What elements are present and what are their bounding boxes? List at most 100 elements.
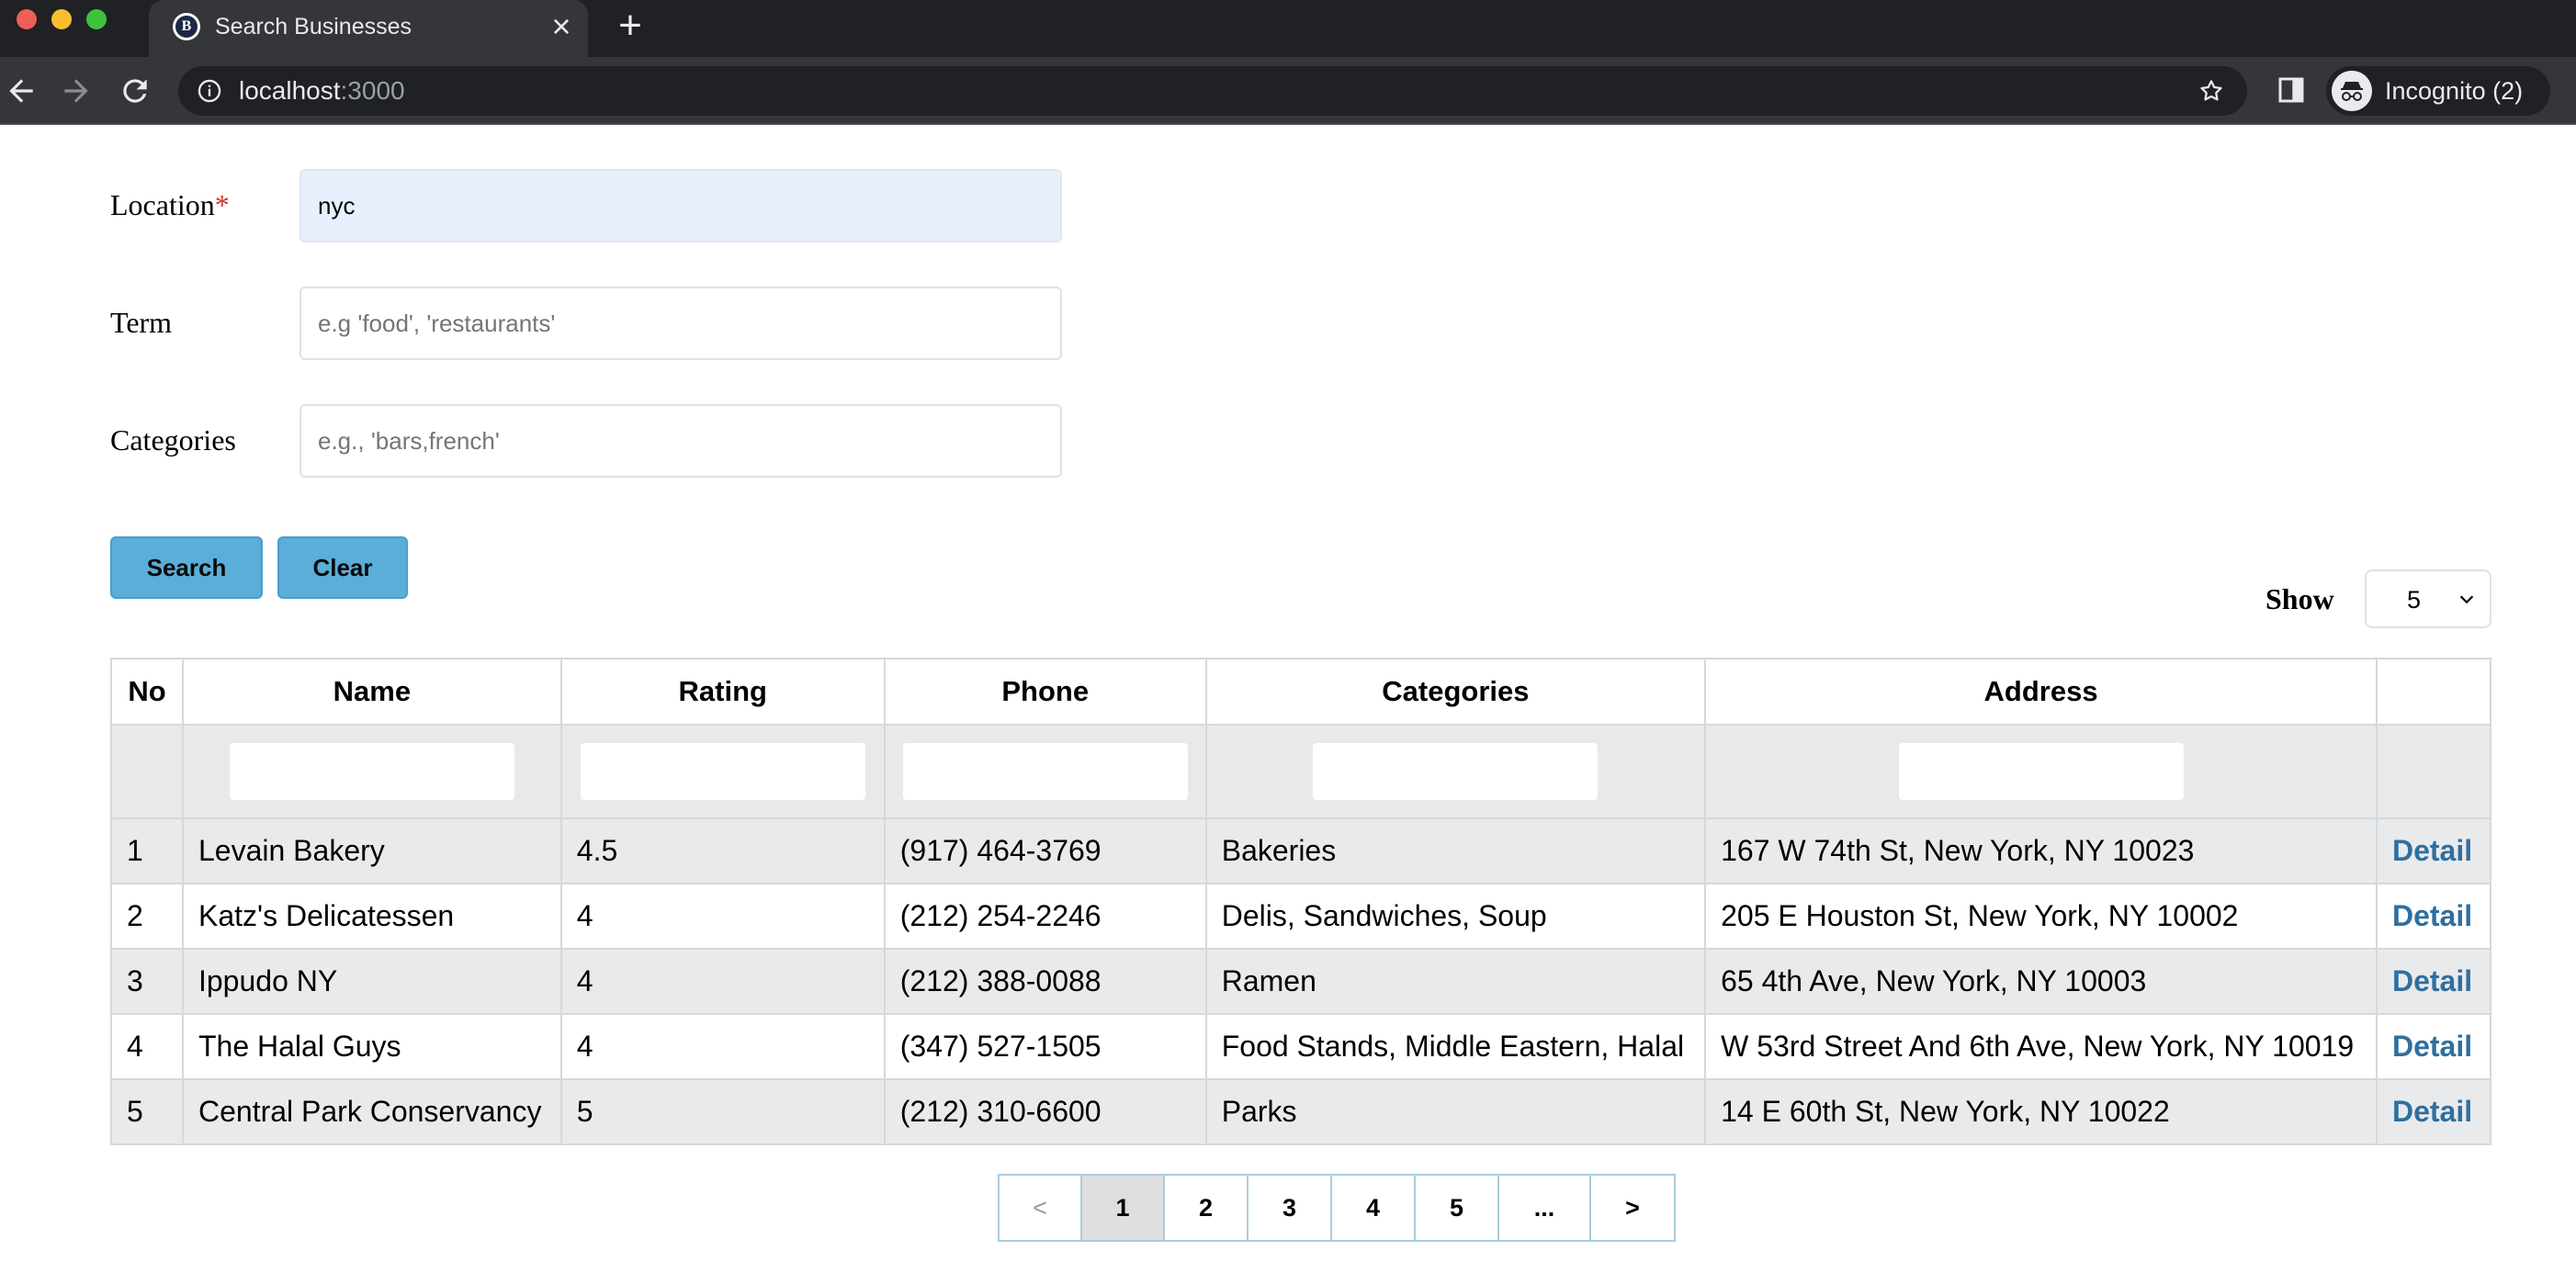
- site-info-icon[interactable]: [197, 78, 222, 104]
- cell-categories: Food Stands, Middle Eastern, Halal: [1204, 1013, 1707, 1080]
- address-bar[interactable]: localhost:3000: [178, 66, 2247, 116]
- cell-address: 167 W 74th St, New York, NY 10023: [1704, 817, 2378, 884]
- minimize-window-button[interactable]: [51, 9, 72, 29]
- table-header-row: No Name Rating Phone Categories Address: [110, 658, 2492, 726]
- cell-action: Detail: [2375, 948, 2492, 1015]
- incognito-icon: [2332, 71, 2372, 111]
- back-arrow-icon[interactable]: [4, 73, 39, 108]
- detail-link[interactable]: Detail: [2392, 1095, 2472, 1128]
- previous-page-button[interactable]: <: [1000, 1176, 1082, 1240]
- chevron-down-icon: [2459, 595, 2474, 604]
- cell-rating: 4: [559, 948, 886, 1015]
- name-filter-input[interactable]: [229, 743, 514, 800]
- required-asterisk: *: [214, 188, 230, 221]
- categories-filter-input[interactable]: [1313, 743, 1599, 800]
- table-row: 1 Levain Bakery 4.5 (917) 464-3769 Baker…: [110, 817, 2492, 884]
- column-header-address[interactable]: Address: [1704, 658, 2378, 726]
- column-header-no[interactable]: No: [110, 658, 184, 726]
- close-tab-icon[interactable]: ×: [546, 10, 577, 43]
- cell-no: 4: [110, 1013, 184, 1080]
- cell-phone: (212) 310-6600: [883, 1078, 1207, 1145]
- detail-link[interactable]: Detail: [2392, 964, 2472, 997]
- term-label: Term: [110, 306, 173, 339]
- next-page-button[interactable]: >: [1591, 1176, 1674, 1240]
- cell-address: W 53rd Street And 6th Ave, New York, NY …: [1704, 1013, 2378, 1080]
- page-3-button[interactable]: 3: [1248, 1176, 1332, 1240]
- filter-cell: [1704, 724, 2378, 819]
- rating-filter-input[interactable]: [580, 743, 865, 800]
- column-header-name[interactable]: Name: [181, 658, 562, 726]
- cell-address: 65 4th Ave, New York, NY 10003: [1704, 948, 2378, 1015]
- column-header-rating[interactable]: Rating: [559, 658, 886, 726]
- column-header-phone[interactable]: Phone: [883, 658, 1207, 726]
- page-4-button[interactable]: 4: [1332, 1176, 1416, 1240]
- tab-title: Search Businesses: [215, 14, 412, 39]
- show-label: Show: [2265, 582, 2334, 615]
- close-window-button[interactable]: [17, 9, 37, 29]
- column-header-actions: [2375, 658, 2492, 726]
- reload-icon[interactable]: [118, 73, 153, 108]
- cell-rating: 5: [559, 1078, 886, 1145]
- cell-address: 205 E Houston St, New York, NY 10002: [1704, 883, 2378, 950]
- table-row: 2 Katz's Delicatessen 4 (212) 254-2246 D…: [110, 883, 2492, 950]
- page-1-button[interactable]: 1: [1082, 1176, 1165, 1240]
- cell-categories: Delis, Sandwiches, Soup: [1204, 883, 1707, 950]
- ellipsis-button[interactable]: ...: [1499, 1176, 1591, 1240]
- table-row: 5 Central Park Conservancy 5 (212) 310-6…: [110, 1078, 2492, 1145]
- filter-cell-empty: [110, 724, 184, 819]
- page-5-button[interactable]: 5: [1416, 1176, 1499, 1240]
- detail-link[interactable]: Detail: [2392, 899, 2472, 932]
- cell-rating: 4: [559, 883, 886, 950]
- cell-action: Detail: [2375, 1078, 2492, 1145]
- table-row: 4 The Halal Guys 4 (347) 527-1505 Food S…: [110, 1013, 2492, 1080]
- filter-cell: [1204, 724, 1707, 819]
- cell-no: 3: [110, 948, 184, 1015]
- incognito-profile-button[interactable]: Incognito (2): [2326, 66, 2550, 116]
- cell-name: Levain Bakery: [181, 817, 562, 884]
- location-input[interactable]: [299, 169, 1062, 242]
- cell-action: Detail: [2375, 1013, 2492, 1080]
- cell-categories: Ramen: [1204, 948, 1707, 1015]
- cell-rating: 4: [559, 1013, 886, 1080]
- term-input[interactable]: [299, 287, 1062, 360]
- bookmark-star-icon[interactable]: [2198, 77, 2225, 105]
- cell-action: Detail: [2375, 883, 2492, 950]
- profile-label: Incognito (2): [2385, 77, 2524, 105]
- browser-tab-strip: B Search Businesses × +: [0, 0, 2576, 57]
- clear-button[interactable]: Clear: [277, 536, 408, 599]
- address-filter-input[interactable]: [1898, 743, 2184, 800]
- forward-arrow-icon[interactable]: [59, 73, 94, 108]
- new-tab-icon[interactable]: +: [612, 6, 649, 46]
- cell-name: Katz's Delicatessen: [181, 883, 562, 950]
- maximize-window-button[interactable]: [86, 9, 107, 29]
- detail-link[interactable]: Detail: [2392, 834, 2472, 867]
- filter-cell: [883, 724, 1207, 819]
- cell-phone: (212) 254-2246: [883, 883, 1207, 950]
- detail-link[interactable]: Detail: [2392, 1030, 2472, 1063]
- phone-filter-input[interactable]: [902, 743, 1188, 800]
- filter-cell-empty: [2375, 724, 2492, 819]
- cell-name: Central Park Conservancy: [181, 1078, 562, 1145]
- page-size-select[interactable]: 5: [2365, 569, 2491, 628]
- cell-phone: (917) 464-3769: [883, 817, 1207, 884]
- side-panel-icon[interactable]: [2277, 75, 2306, 105]
- search-button[interactable]: Search: [110, 536, 263, 599]
- cell-categories: Bakeries: [1204, 817, 1707, 884]
- cell-address: 14 E 60th St, New York, NY 10022: [1704, 1078, 2378, 1145]
- pagination: < 1 2 3 4 5 ... >: [998, 1174, 1676, 1242]
- cell-name: Ippudo NY: [181, 948, 562, 1015]
- browser-tab[interactable]: B Search Businesses ×: [149, 0, 588, 57]
- categories-input[interactable]: [299, 404, 1062, 478]
- categories-label: Categories: [110, 423, 236, 456]
- browser-toolbar: localhost:3000 Incognito (2): [0, 57, 2576, 125]
- column-header-categories[interactable]: Categories: [1204, 658, 1707, 726]
- table-row: 3 Ippudo NY 4 (212) 388-0088 Ramen 65 4t…: [110, 948, 2492, 1015]
- page-size-value: 5: [2407, 586, 2422, 614]
- cell-no: 2: [110, 883, 184, 950]
- cell-no: 5: [110, 1078, 184, 1145]
- site-favicon-icon: B: [173, 13, 200, 40]
- page-2-button[interactable]: 2: [1165, 1176, 1248, 1240]
- results-table: No Name Rating Phone Categories Address …: [110, 658, 2492, 1145]
- cell-name: The Halal Guys: [181, 1013, 562, 1080]
- cell-rating: 4.5: [559, 817, 886, 884]
